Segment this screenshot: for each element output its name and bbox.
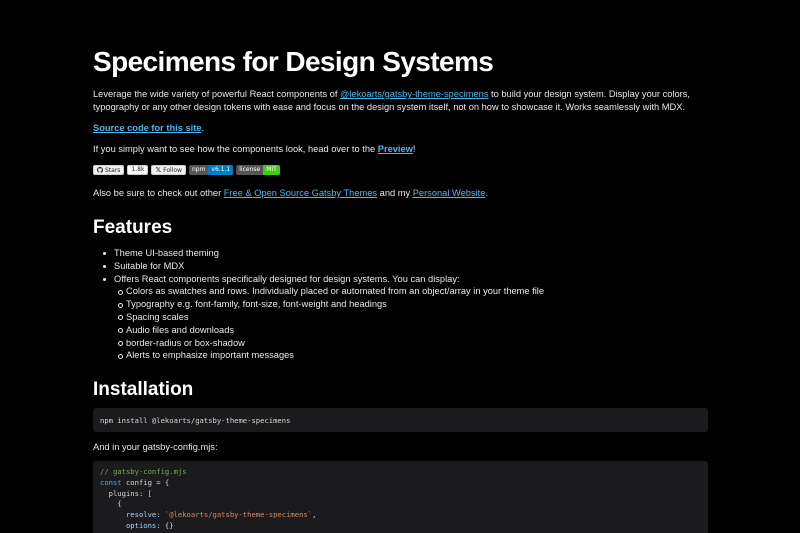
code-line: { xyxy=(100,499,122,509)
preview-text: If you simply want to see how the compon… xyxy=(93,144,378,154)
config-code-block[interactable]: // gatsby-config.mjs const config = { pl… xyxy=(93,461,708,533)
code-line: resolve: `@lekoarts/gatsby-theme-specime… xyxy=(100,510,701,521)
preview-link[interactable]: Preview xyxy=(378,144,413,154)
gatsby-themes-link[interactable]: Free & Open Source Gatsby Themes xyxy=(224,188,377,198)
npm-label: npm xyxy=(188,165,209,175)
sub-list-item: Alerts to emphasize important messages xyxy=(117,349,544,362)
also-text: Also be sure to check out other xyxy=(93,188,224,198)
code-line: plugins: [ xyxy=(100,488,152,498)
github-stars-button[interactable]: Stars xyxy=(93,165,125,175)
npm-version: v6.1.1 xyxy=(208,165,234,175)
twitter-follow-button[interactable]: 𝕏 Follow xyxy=(151,165,186,175)
source-code-link[interactable]: Source code for this site xyxy=(93,123,202,133)
list-item: Suitable for MDX xyxy=(102,260,544,273)
code-text: , xyxy=(312,510,317,520)
sub-list-item: Typography e.g. font-family, font-size, … xyxy=(117,298,544,311)
code-text: config = { xyxy=(121,477,170,487)
sub-list-item: Colors as swatches and rows. Individuall… xyxy=(117,286,545,297)
code-text: {} xyxy=(160,520,174,530)
features-list: Theme UI-based theming Suitable for MDX … xyxy=(102,247,544,363)
features-heading: Features xyxy=(93,217,173,238)
installation-heading: Installation xyxy=(93,379,194,400)
code-key: resolve: xyxy=(100,510,161,520)
features-sublist: Colors as swatches and rows. Individuall… xyxy=(114,285,544,362)
preview-paragraph: If you simply want to see how the compon… xyxy=(93,143,416,156)
follow-label: Follow xyxy=(163,166,182,174)
page-title: Specimens for Design Systems xyxy=(93,46,494,77)
install-command: npm install @lekoarts/gatsby-theme-speci… xyxy=(100,416,291,425)
install-command-block[interactable]: npm install @lekoarts/gatsby-theme-speci… xyxy=(93,408,708,432)
list-item-text: Offers React components specifically des… xyxy=(114,273,460,284)
source-suffix: . xyxy=(201,123,205,133)
sub-list-item: Audio files and downloads xyxy=(117,324,544,337)
badges-row: Stars 1.8k 𝕏 Follow npm v6.1.1 license M… xyxy=(93,165,280,175)
license-value: MIT xyxy=(263,165,280,175)
theme-package-link[interactable]: @lekoarts/gatsby-theme-specimens xyxy=(340,89,488,99)
x-icon: 𝕏 xyxy=(155,166,162,174)
code-line: const config = { xyxy=(100,478,701,489)
list-item: Offers React components specifically des… xyxy=(102,273,544,363)
personal-website-link[interactable]: Personal Website xyxy=(413,188,486,198)
sub-list-item: Spacing scales xyxy=(117,311,544,324)
stars-count[interactable]: 1.8k xyxy=(127,165,149,175)
code-line: // gatsby-config.mjs xyxy=(100,467,187,476)
license-label: license xyxy=(236,165,264,175)
sub-list-item: border-radius or box-shadow xyxy=(117,337,544,350)
license-badge[interactable]: license MIT xyxy=(236,165,280,175)
code-key: options: xyxy=(100,520,161,530)
also-middle: and my xyxy=(377,188,413,198)
code-line: options: {} xyxy=(100,521,701,532)
also-suffix: . xyxy=(485,188,489,198)
page: Specimens for Design Systems Leverage th… xyxy=(0,0,800,533)
list-item: Theme UI-based theming xyxy=(102,247,544,260)
also-paragraph: Also be sure to check out other Free & O… xyxy=(93,187,488,200)
stars-label: Stars xyxy=(105,166,121,174)
code-keyword: const xyxy=(100,477,122,487)
github-icon xyxy=(97,167,103,173)
preview-suffix: ! xyxy=(412,144,416,154)
code-string: `@lekoarts/gatsby-theme-specimens` xyxy=(160,510,313,520)
intro-paragraph: Leverage the wide variety of powerful Re… xyxy=(93,88,708,114)
source-paragraph: Source code for this site. xyxy=(93,122,204,135)
config-paragraph: And in your gatsby-config.mjs: xyxy=(93,442,218,452)
npm-version-badge[interactable]: npm v6.1.1 xyxy=(188,165,234,175)
intro-text: Leverage the wide variety of powerful Re… xyxy=(93,89,341,99)
